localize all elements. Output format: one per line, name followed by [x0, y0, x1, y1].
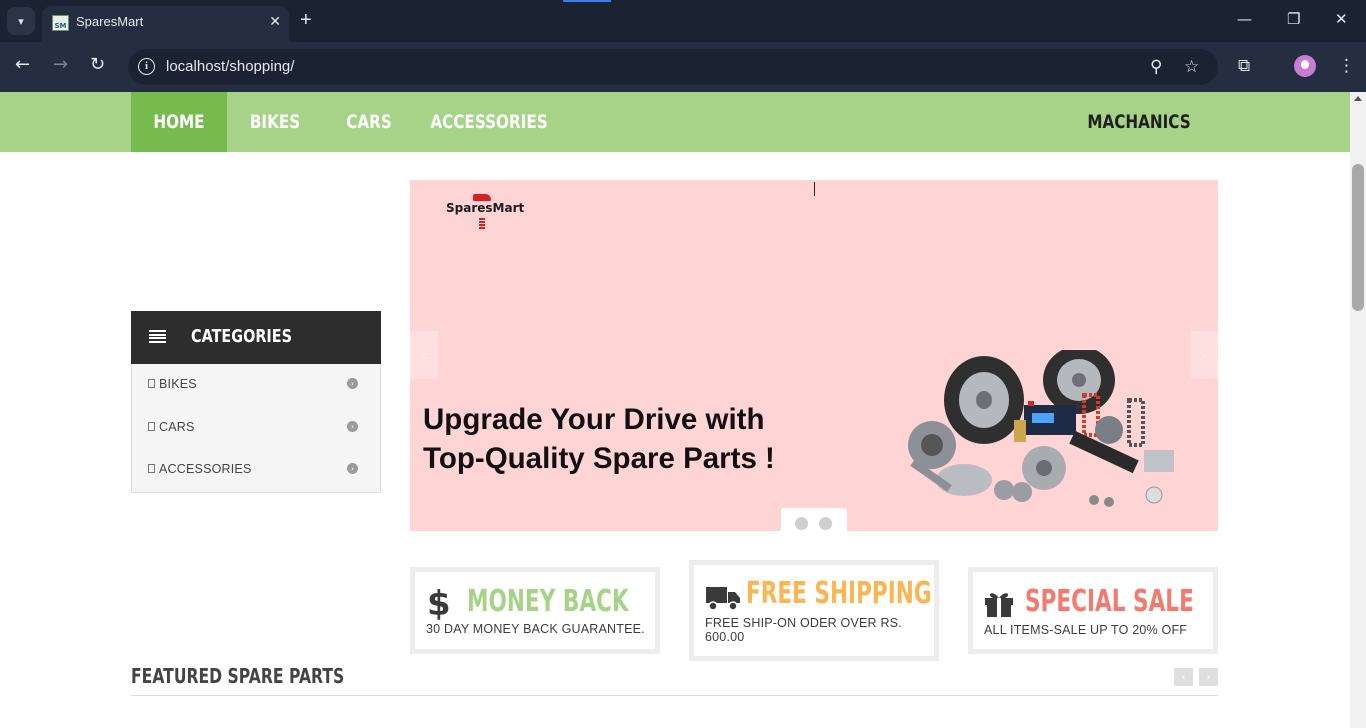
address-bar[interactable]: i localhost/shopping/ ⚲ ☆: [128, 49, 1218, 85]
slider-prev-button[interactable]: ‹: [410, 331, 438, 379]
feature-desc: FREE SHIP-ON ODER OVER RS. 600.00: [705, 616, 902, 644]
category-item-bikes[interactable]: BIKES ›: [132, 364, 382, 406]
scroll-up-icon[interactable]: [1354, 96, 1362, 101]
favicon-icon: SM: [52, 15, 69, 31]
slider-headline: Upgrade Your Drive with Top-Quality Spar…: [423, 400, 775, 478]
extensions-icon[interactable]: ⧉: [1238, 56, 1250, 76]
logo-bolt-icon: [479, 218, 485, 230]
menu-icon: [149, 330, 166, 343]
tab-drag-indicator: [563, 0, 611, 2]
main-nav: HOME BIKES CARS ACCESSORIES MACHANICS: [0, 92, 1350, 152]
slider-dots: [781, 508, 847, 531]
text-cursor: [814, 182, 815, 196]
page-scrollbar[interactable]: [1350, 92, 1366, 728]
browser-tab[interactable]: SM SparesMart ✕: [42, 6, 289, 42]
category-item-accessories[interactable]: ACCESSORIES ›: [132, 449, 382, 491]
category-label: BIKES: [159, 377, 197, 391]
spare-parts-image: [908, 350, 1174, 507]
browser-toolbar: ← → ↻ i localhost/shopping/ ⚲ ☆ ⧉ ⋮: [0, 42, 1366, 92]
section-divider: [131, 695, 1218, 696]
categories-title: CATEGORIES: [191, 326, 292, 347]
url-text[interactable]: localhost/shopping/: [166, 58, 294, 75]
tab-title: SparesMart: [76, 14, 144, 29]
new-tab-icon[interactable]: +: [300, 9, 312, 31]
dollar-icon: $: [427, 584, 451, 624]
logo-hammer-icon: [473, 194, 491, 201]
slider-dot-1[interactable]: [795, 517, 808, 530]
categories-header[interactable]: CATEGORIES: [131, 311, 381, 364]
feature-desc: ALL ITEMS-SALE UP TO 20% OFF: [984, 623, 1188, 637]
headline-line-1: Upgrade Your Drive with: [423, 403, 765, 436]
feature-title: MONEY BACK: [467, 584, 629, 619]
page-viewport: HOME BIKES CARS ACCESSORIES MACHANICS CA…: [0, 92, 1350, 728]
restore-icon[interactable]: ❐: [1287, 10, 1300, 28]
slider-dot-2[interactable]: [819, 517, 832, 530]
slider-next-button[interactable]: ›: [1190, 331, 1218, 379]
reload-icon[interactable]: ↻: [90, 54, 105, 75]
category-bullet-icon: [148, 464, 155, 473]
featured-prev-button[interactable]: ‹: [1174, 668, 1193, 686]
browser-tab-bar: ▾ SM SparesMart ✕ + — ❐ ✕: [0, 0, 1366, 42]
scroll-thumb[interactable]: [1352, 164, 1364, 311]
nav-accessories[interactable]: ACCESSORIES: [430, 92, 547, 152]
featured-next-button[interactable]: ›: [1199, 668, 1218, 686]
categories-list: BIKES › CARS › ACCESSORIES ›: [131, 364, 381, 493]
chevron-right-icon: ›: [347, 421, 358, 432]
nav-bikes[interactable]: BIKES: [243, 92, 307, 152]
headline-line-2: Top-Quality Spare Parts !: [423, 442, 775, 475]
close-icon[interactable]: ✕: [269, 13, 281, 30]
feature-title: FREE SHIPPING: [746, 576, 932, 611]
feature-free-shipping: FREE SHIPPING FREE SHIP-ON ODER OVER RS.…: [689, 560, 939, 661]
slider-logo: SparesMart: [446, 201, 525, 215]
tab-list-icon[interactable]: ▾: [7, 7, 35, 35]
hero-slider: SparesMart ‹ › Upgrade Your Drive with T…: [410, 180, 1218, 531]
zoom-icon[interactable]: ⚲: [1150, 57, 1162, 77]
chevron-right-icon: ›: [347, 463, 358, 474]
category-label: CARS: [159, 420, 195, 434]
bookmark-star-icon[interactable]: ☆: [1184, 57, 1199, 77]
menu-kebab-icon[interactable]: ⋮: [1338, 56, 1355, 76]
back-icon[interactable]: ←: [15, 54, 30, 75]
truck-icon: [706, 585, 740, 616]
feature-desc: 30 DAY MONEY BACK GUARANTEE.: [426, 622, 645, 636]
profile-avatar[interactable]: [1294, 55, 1316, 77]
gift-icon: [984, 589, 1014, 622]
feature-special-sale: SPECIAL SALE ALL ITEMS-SALE UP TO 20% OF…: [968, 567, 1218, 654]
featured-section-title: FEATURED SPARE PARTS: [131, 664, 345, 688]
category-label: ACCESSORIES: [159, 462, 252, 476]
site-info-icon[interactable]: i: [138, 58, 155, 75]
nav-home[interactable]: HOME: [131, 92, 227, 152]
nav-cars[interactable]: CARS: [341, 92, 397, 152]
forward-icon[interactable]: →: [53, 54, 68, 75]
feature-money-back: $ MONEY BACK 30 DAY MONEY BACK GUARANTEE…: [410, 567, 660, 654]
category-item-cars[interactable]: CARS ›: [132, 407, 382, 449]
minimize-icon[interactable]: —: [1237, 10, 1252, 28]
window-close-icon[interactable]: ✕: [1335, 10, 1348, 28]
nav-mechanics[interactable]: MACHANICS: [1087, 92, 1190, 152]
chevron-right-icon: ›: [347, 378, 358, 389]
feature-title: SPECIAL SALE: [1025, 584, 1194, 619]
category-bullet-icon: [148, 422, 155, 431]
category-bullet-icon: [148, 379, 155, 388]
